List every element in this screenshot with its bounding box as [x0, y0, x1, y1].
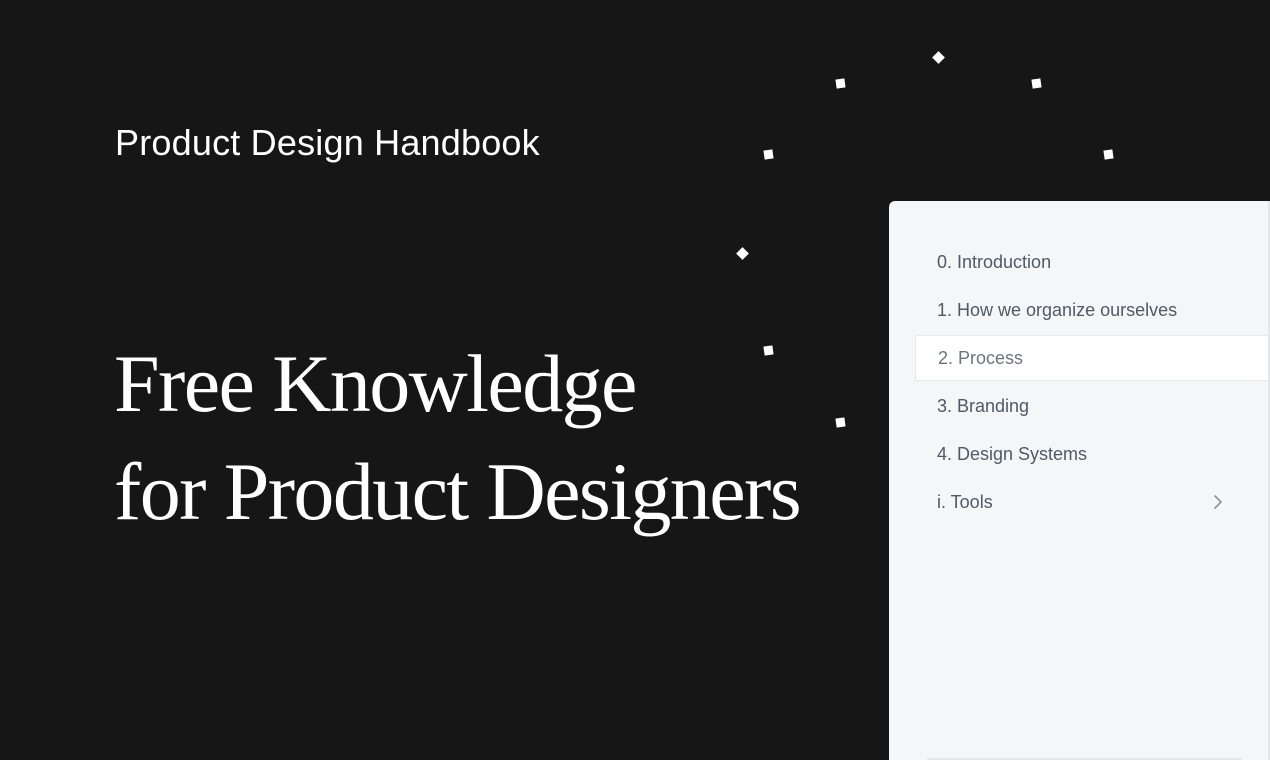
- decorative-dot: [835, 417, 846, 428]
- toc-item-label: 3. Branding: [937, 395, 1030, 416]
- hero-headline: Free Knowledge for Product Designers: [114, 330, 802, 546]
- brand-title[interactable]: Product Design Handbook: [115, 122, 540, 164]
- toc-item-label: 1. How we organize ourselves: [937, 299, 1178, 320]
- decorative-dot: [932, 51, 945, 64]
- toc-item-label: 0. Introduction: [937, 251, 1052, 272]
- hero-line-1: Free Knowledge: [114, 338, 637, 429]
- toc-item-tools[interactable]: i. Tools: [915, 479, 1268, 525]
- decorative-dot: [835, 78, 846, 89]
- decorative-dot: [763, 345, 774, 356]
- toc-item-branding[interactable]: 3. Branding: [915, 383, 1268, 429]
- toc-item-introduction[interactable]: 0. Introduction: [915, 239, 1268, 285]
- decorative-dot: [1031, 78, 1042, 89]
- decorative-dot: [736, 247, 749, 260]
- table-of-contents-panel: 0. Introduction 1. How we organize ourse…: [889, 201, 1270, 760]
- decorative-dot: [1103, 149, 1114, 160]
- toc-item-label: 4. Design Systems: [937, 443, 1088, 464]
- toc-item-process[interactable]: 2. Process: [915, 335, 1268, 381]
- toc-item-label: i. Tools: [937, 491, 993, 512]
- hero-line-2: for Product Designers: [114, 446, 802, 537]
- toc-list: 0. Introduction 1. How we organize ourse…: [889, 239, 1268, 527]
- decorative-dot: [763, 149, 774, 160]
- toc-item-label: 2. Process: [938, 347, 1024, 368]
- toc-item-design-systems[interactable]: 4. Design Systems: [915, 431, 1268, 477]
- chevron-right-icon[interactable]: [1212, 495, 1224, 509]
- toc-item-organize[interactable]: 1. How we organize ourselves: [915, 287, 1268, 333]
